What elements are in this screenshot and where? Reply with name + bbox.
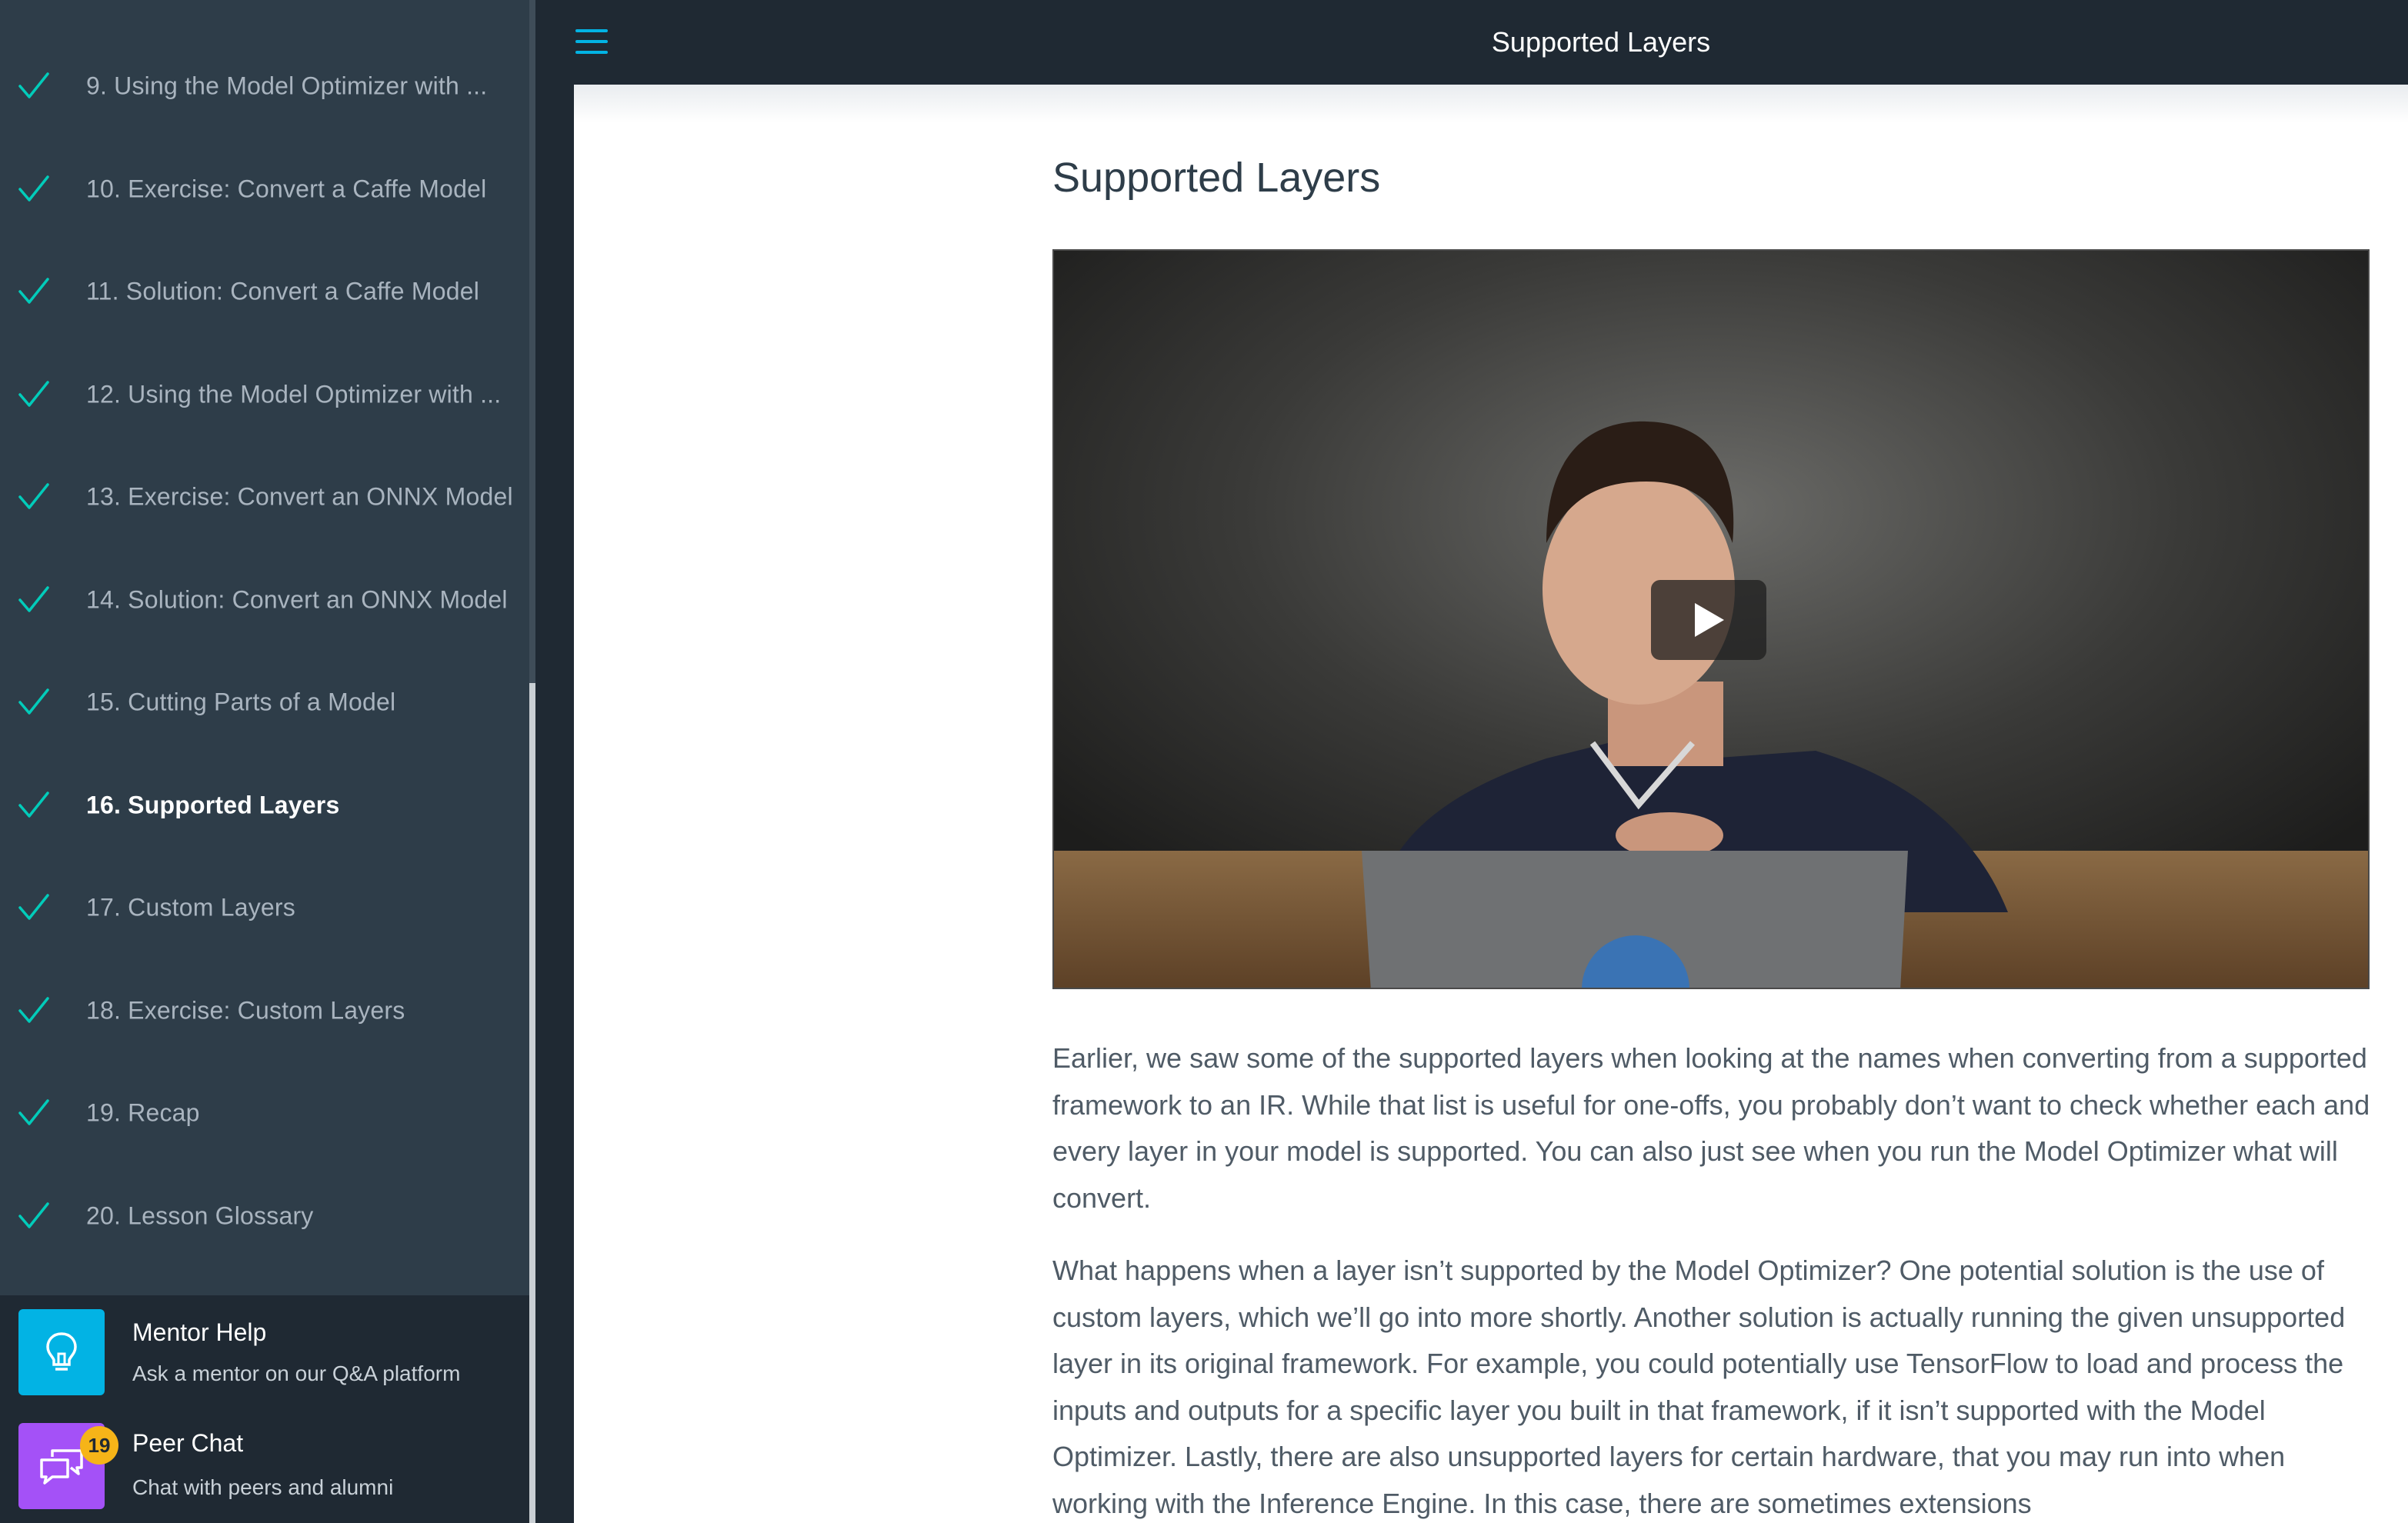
sidebar-concept-label: 14. Solution: Convert an ONNX Model [86,585,508,613]
unread-count-badge: 19 [80,1426,118,1465]
peer-chat-button[interactable]: 19 Peer Chat Chat with peers and alumni [0,1411,529,1523]
sidebar: 9. Using the Model Optimizer with ... 10.… [0,0,529,1523]
sidebar-concept-label: 16. Supported Layers [86,791,340,818]
content-paragraph: What happens when a layer isn’t supporte… [1052,1255,2346,1519]
play-icon [1695,603,1724,637]
sidebar-concept-label: 19. Recap [86,1098,200,1127]
sidebar-concept-label: 13. Exercise: Convert an ONNX Model [86,482,513,511]
checkmark-icon [18,278,49,304]
checkmark-icon [18,175,49,202]
sidebar-concept-label: 12. Using the Model Optimizer with ... [86,380,502,408]
peer-chat-subtitle: Chat with peers and alumni [132,1475,394,1499]
sidebar-concept-label: 10. Exercise: Convert a Caffe Model [86,175,487,202]
sidebar-scrollbar-thumb[interactable] [529,683,535,1523]
checkmark-icon [18,585,49,612]
concept-list: 9. Using the Model Optimizer with ... 10.… [0,0,529,1294]
sidebar-concept-item[interactable]: 12. Using the Model Optimizer with ... [0,343,529,446]
checkmark-icon [18,1099,49,1125]
sidebar-concept-label: 9. Using the Model Optimizer with ... [86,72,488,100]
sidebar-concept-item[interactable]: 17. Custom Layers [0,856,529,959]
sidebar-concept-item[interactable]: 11. Solution: Convert a Caffe Model [0,240,529,343]
sidebar-scrollbar[interactable] [529,0,535,1523]
page-title: Supported Layers [1052,155,1381,201]
content-paragraph: Earlier, we saw some of the supported la… [1052,1042,2370,1214]
checkmark-icon [18,791,49,818]
sidebar-concept-label: 20. Lesson Glossary [86,1201,314,1229]
sidebar-concept-label: 11. Solution: Convert a Caffe Model [86,277,479,305]
checkmark-icon [18,688,49,715]
hamburger-menu-icon[interactable] [575,26,608,57]
sidebar-concept-item[interactable]: 15. Cutting Parts of a Model [0,651,529,754]
sidebar-concept-item[interactable]: 20. Lesson Glossary [0,1165,529,1268]
checkmark-icon [18,72,49,98]
sidebar-concept-item[interactable]: 14. Solution: Convert an ONNX Model [0,548,529,652]
sidebar-concept-item[interactable]: 16. Supported Layers [0,754,529,857]
sidebar-concept-item[interactable]: 10. Exercise: Convert a Caffe Model [0,138,529,241]
mentor-help-button[interactable]: Mentor Help Ask a mentor on our Q&A plat… [0,1295,529,1411]
video-player[interactable] [1052,249,2370,989]
sidebar-concept-item[interactable]: 18. Exercise: Custom Layers [0,959,529,1062]
sidebar-concept-item[interactable]: 13. Exercise: Convert an ONNX Model [0,445,529,548]
checkmark-icon [18,483,49,509]
checkmark-icon [18,1201,49,1228]
mentor-help-title: Mentor Help [132,1318,267,1346]
header-shadow [574,85,2408,123]
checkmark-icon [18,996,49,1023]
sidebar-concept-label: 15. Cutting Parts of a Model [86,688,396,716]
checkmark-icon [18,894,49,920]
checkmark-icon [18,380,49,407]
sidebar-divider [535,0,574,1523]
lightbulb-icon [18,1309,105,1395]
topbar-title: Supported Layers [1491,26,1711,58]
sidebar-concept-item[interactable]: 9. Using the Model Optimizer with ... [0,35,529,138]
sidebar-concept-label: 18. Exercise: Custom Layers [86,996,405,1024]
play-button[interactable] [1651,580,1766,660]
peer-chat-title: Peer Chat [132,1429,244,1457]
mentor-help-subtitle: Ask a mentor on our Q&A platform [132,1361,461,1385]
lesson-content: Supported Layers Earlier, we saw some of… [574,85,2408,1523]
sidebar-concept-label: 17. Custom Layers [86,893,295,921]
sidebar-concept-item[interactable]: 19. Recap [0,1061,529,1165]
